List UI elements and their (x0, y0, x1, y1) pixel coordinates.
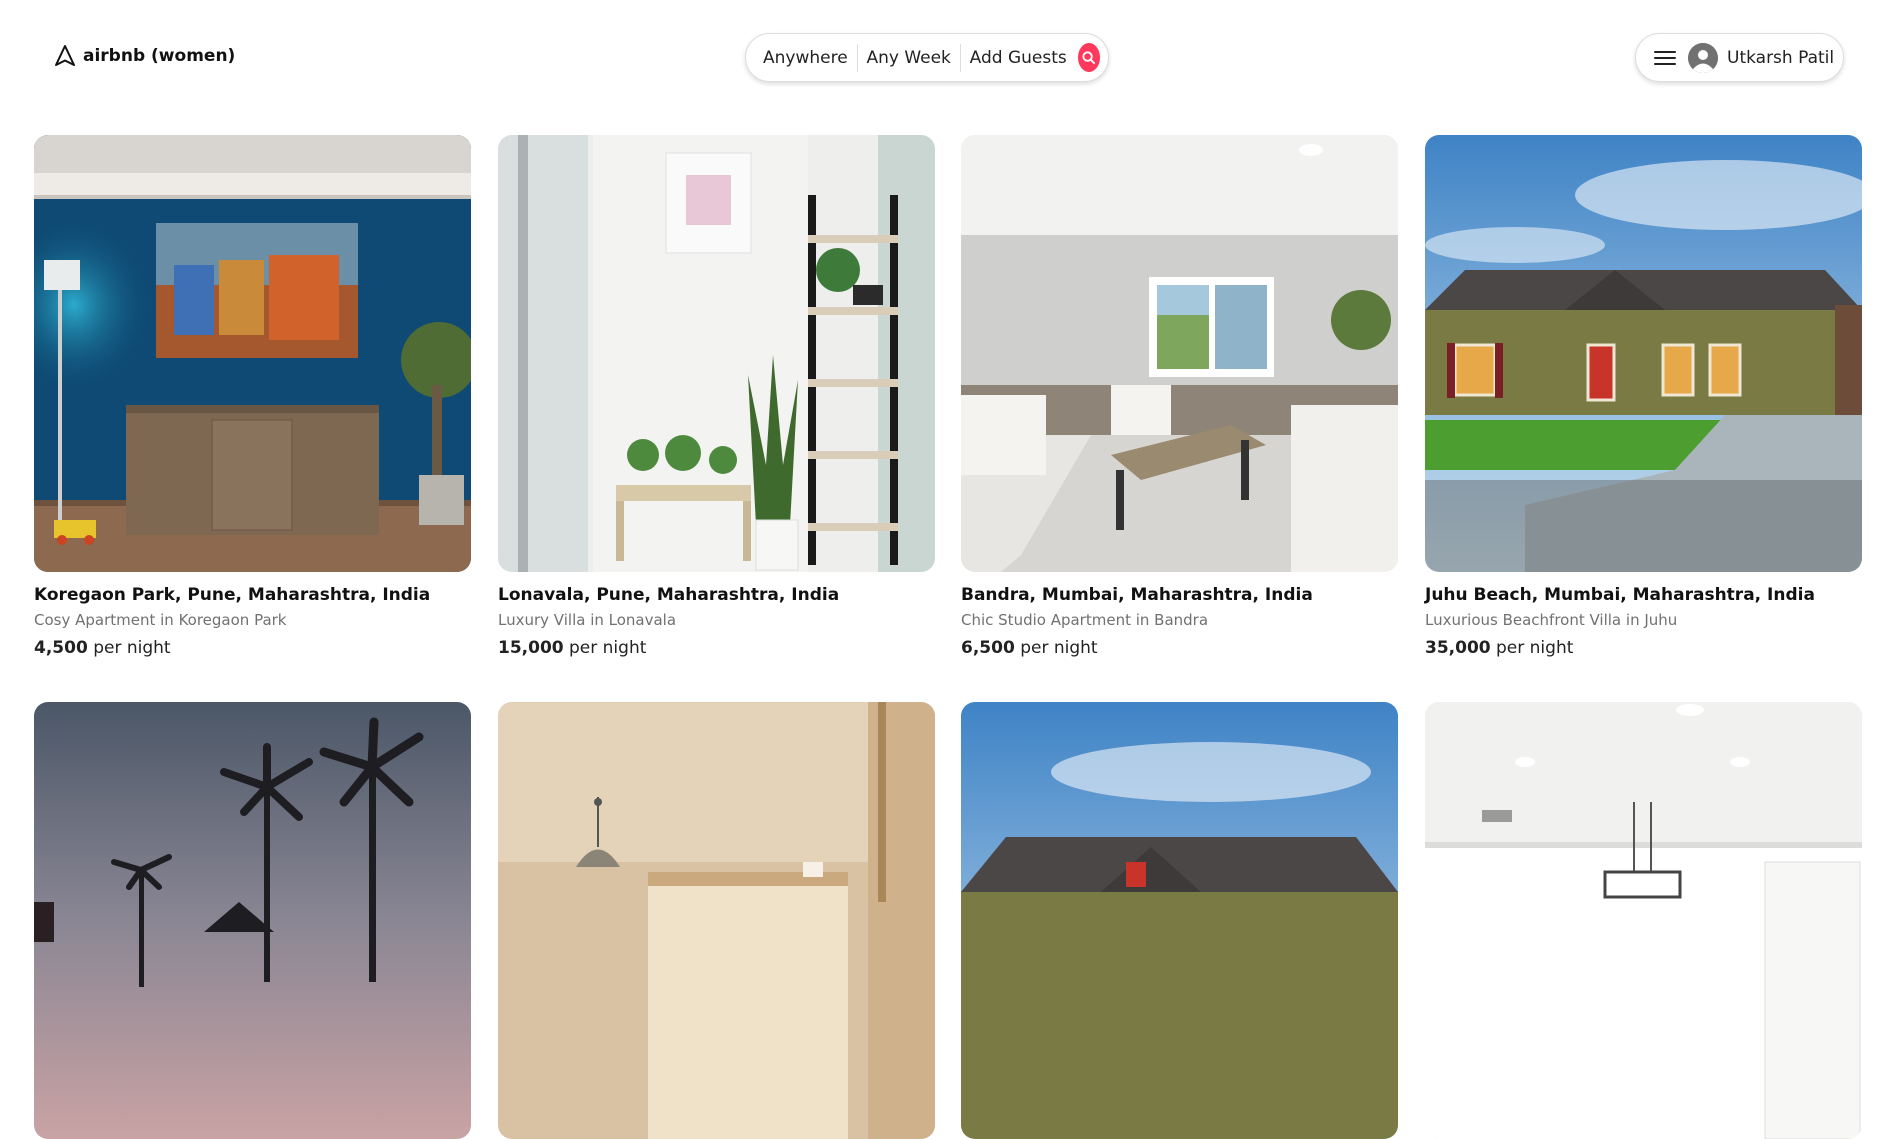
price-suffix: per night (569, 638, 647, 658)
listing-card[interactable] (34, 702, 471, 1139)
listing-image[interactable] (34, 702, 471, 1139)
listing-image[interactable] (961, 135, 1398, 572)
listing-card[interactable] (961, 702, 1398, 1139)
listing-description: Cosy Apartment in Koregaon Park (34, 611, 287, 629)
price-suffix: per night (93, 638, 171, 658)
menu-icon (1654, 49, 1676, 67)
listing-card[interactable]: Juhu Beach, Mumbai, Maharashtra, India L… (1425, 135, 1862, 658)
price-amount: 35,000 (1425, 638, 1491, 658)
listing-description: Chic Studio Apartment in Bandra (961, 611, 1209, 629)
listing-card[interactable]: Lonavala, Pune, Maharashtra, India Luxur… (498, 135, 935, 658)
listing-image[interactable] (1425, 702, 1862, 1139)
listing-card[interactable] (498, 702, 935, 1139)
listing-price: 6,500 per night (961, 638, 1398, 658)
avatar (1688, 42, 1718, 73)
listing-location: Juhu Beach, Mumbai, Maharashtra, India (1425, 585, 1815, 605)
listing-image[interactable] (961, 702, 1398, 1139)
listing-image[interactable] (498, 702, 935, 1139)
listing-description: Luxurious Beachfront Villa in Juhu (1425, 611, 1678, 629)
airbnb-logo-icon (53, 44, 77, 68)
listing-price: 4,500 per night (34, 638, 471, 658)
top-navbar: airbnb (women) Anywhere Any Week Add Gue… (0, 0, 1895, 115)
price-amount: 6,500 (961, 638, 1015, 658)
add-guests-button[interactable]: Add Guests (961, 48, 1076, 68)
user-name: Utkarsh Patil (1727, 47, 1835, 68)
listing-card[interactable]: Koregaon Park, Pune, Maharashtra, India … (34, 135, 471, 658)
logo-text: airbnb (women) (83, 46, 236, 66)
price-suffix: per night (1496, 638, 1574, 658)
listing-image[interactable] (498, 135, 935, 572)
listing-card[interactable]: Bandra, Mumbai, Maharashtra, India Chic … (961, 135, 1398, 658)
user-menu-button[interactable]: Utkarsh Patil (1635, 33, 1844, 82)
price-amount: 4,500 (34, 638, 88, 658)
listing-card[interactable] (1425, 702, 1862, 1139)
listing-price: 15,000 per night (498, 638, 935, 658)
listing-image[interactable] (34, 135, 471, 572)
any-week-button[interactable]: Any Week (857, 48, 959, 68)
listing-description: Luxury Villa in Lonavala (498, 611, 677, 629)
logo-link[interactable]: airbnb (women) (53, 44, 235, 68)
search-bar[interactable]: Anywhere Any Week Add Guests (745, 33, 1109, 82)
price-amount: 15,000 (498, 638, 564, 658)
price-suffix: per night (1020, 638, 1098, 658)
listing-location: Bandra, Mumbai, Maharashtra, India (961, 585, 1313, 605)
search-button[interactable] (1077, 43, 1100, 72)
listing-location: Koregaon Park, Pune, Maharashtra, India (34, 585, 431, 605)
listing-image[interactable] (1425, 135, 1862, 572)
anywhere-button[interactable]: Anywhere (763, 48, 857, 68)
listing-price: 35,000 per night (1425, 638, 1862, 658)
listing-location: Lonavala, Pune, Maharashtra, India (498, 585, 840, 605)
search-icon (1081, 50, 1096, 65)
